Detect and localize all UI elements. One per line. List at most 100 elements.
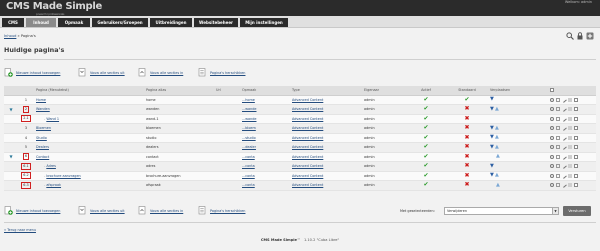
active-check-icon[interactable]: ✔ (423, 153, 428, 160)
bulk-action-select[interactable]: Verwijderen ▼ (444, 207, 559, 215)
move-down-icon[interactable]: ▼ (490, 106, 494, 112)
copy-icon[interactable] (556, 164, 560, 169)
move-up-icon[interactable]: ▲ (495, 144, 499, 150)
page-active[interactable]: ✔ (406, 114, 446, 124)
row-select-checkbox[interactable] (574, 145, 578, 150)
page-default[interactable]: ✔ (446, 95, 488, 105)
page-active[interactable]: ✔ (406, 180, 446, 191)
delete-icon[interactable] (568, 97, 572, 102)
template-link[interactable]: ...conta (242, 164, 255, 168)
row-select-checkbox[interactable] (574, 135, 578, 140)
page-title-link[interactable]: Contact (36, 155, 49, 159)
active-check-icon[interactable]: ✔ (423, 181, 428, 188)
view-icon[interactable] (550, 135, 554, 140)
row-select-checkbox[interactable] (574, 154, 578, 159)
copy-icon[interactable] (556, 116, 560, 121)
view-icon[interactable] (550, 173, 554, 178)
content-type-link[interactable]: Advanced Content (292, 136, 323, 140)
view-icon[interactable] (550, 154, 554, 159)
page-title-link[interactable]: Wanden (36, 107, 50, 111)
nav-tab-cms[interactable]: CMS (2, 18, 24, 27)
page-title-link[interactable]: Bloemen (36, 126, 51, 130)
edit-icon[interactable] (561, 172, 567, 179)
page-active[interactable]: ✔ (406, 152, 446, 162)
reorder-pages-link[interactable]: Pagina's herschikken (210, 71, 245, 75)
page-default[interactable]: ✖ (446, 123, 488, 134)
page-title-link[interactable]: afspraak (46, 183, 61, 187)
tree-toggle[interactable]: ▼ (4, 104, 18, 115)
copy-icon[interactable] (556, 145, 560, 150)
delete-icon[interactable] (568, 145, 572, 150)
page-title-link[interactable]: Dealers (36, 145, 49, 149)
nav-tab-inhoud[interactable]: Inhoud (26, 18, 56, 27)
active-check-icon[interactable]: ✔ (423, 124, 428, 131)
copy-icon[interactable] (556, 107, 560, 112)
delete-icon[interactable] (568, 135, 572, 140)
move-down-icon[interactable]: ▼ (490, 144, 494, 150)
row-select-checkbox[interactable] (574, 97, 578, 102)
page-default[interactable]: ✖ (446, 180, 488, 191)
delete-icon[interactable] (568, 173, 572, 178)
active-check-icon[interactable]: ✔ (423, 162, 428, 169)
not-default-x-icon[interactable]: ✖ (464, 115, 469, 122)
template-link[interactable]: ...home (242, 98, 255, 102)
copy-icon[interactable] (556, 97, 560, 102)
not-default-x-icon[interactable]: ✖ (464, 143, 469, 150)
col-title[interactable]: Pagina (Menutekst) (34, 86, 144, 96)
page-default[interactable]: ✖ (446, 133, 488, 143)
move-up-icon[interactable]: ▲ (496, 153, 500, 159)
edit-icon[interactable] (561, 106, 567, 113)
delete-icon[interactable] (568, 183, 572, 188)
not-default-x-icon[interactable]: ✖ (464, 153, 469, 160)
move-up-icon[interactable]: ▲ (495, 172, 499, 178)
move-down-icon[interactable]: ▼ (490, 96, 494, 102)
tree-toggle-icon[interactable]: ▼ (9, 107, 12, 112)
delete-icon[interactable] (568, 107, 572, 112)
page-default[interactable]: ✖ (446, 114, 488, 124)
page-title-link[interactable]: Home (36, 98, 46, 102)
lock-icon[interactable] (576, 32, 584, 40)
move-up-icon[interactable]: ▲ (496, 182, 500, 188)
edit-icon[interactable] (561, 182, 567, 189)
template-link[interactable]: ...conta (242, 183, 255, 187)
content-type-link[interactable]: Advanced Content (292, 126, 323, 130)
move-up-icon[interactable]: ▲ (495, 134, 499, 140)
page-active[interactable]: ✔ (406, 133, 446, 143)
page-default[interactable]: ✖ (446, 142, 488, 153)
nav-tab-mijn-instellingen[interactable]: Mijn instellingen (240, 18, 288, 27)
search-icon[interactable] (566, 32, 574, 40)
page-active[interactable]: ✔ (406, 142, 446, 153)
nav-tab-websitebeheer[interactable]: Websitebeheer (194, 18, 238, 27)
row-select-checkbox[interactable] (574, 107, 578, 112)
expand-all-link-bottom[interactable]: Vouw alle secties uit (90, 209, 125, 213)
bulk-submit-button[interactable]: Versturen (563, 206, 591, 216)
view-icon[interactable] (550, 183, 554, 188)
add-content-link[interactable]: Nieuwe inhoud toevoegen (16, 71, 60, 75)
page-active[interactable]: ✔ (406, 171, 446, 181)
move-up-icon[interactable]: ▲ (495, 106, 499, 112)
row-select-checkbox[interactable] (574, 173, 578, 178)
back-to-menu-link[interactable]: « Terug naar menu (4, 228, 36, 232)
move-down-icon[interactable]: ▼ (490, 163, 494, 169)
page-title-link[interactable]: brochure aanvragen (46, 174, 80, 178)
row-select-checkbox[interactable] (574, 126, 578, 131)
view-icon[interactable] (550, 126, 554, 131)
tree-toggle[interactable]: ▼ (4, 152, 18, 162)
nav-tab-gebruikers-groepen[interactable]: Gebruikers/Groepen (92, 18, 148, 27)
active-check-icon[interactable]: ✔ (423, 96, 428, 103)
default-check-icon[interactable]: ✔ (464, 96, 469, 103)
page-title-link[interactable]: Adres (46, 164, 56, 168)
not-default-x-icon[interactable]: ✖ (464, 162, 469, 169)
page-active[interactable]: ✔ (406, 161, 446, 172)
view-icon[interactable] (550, 97, 554, 102)
footer-brand[interactable]: CMS Made Simple (261, 238, 297, 242)
row-select-checkbox[interactable] (574, 164, 578, 169)
select-all-checkbox[interactable] (550, 88, 554, 93)
reorder-pages-link-bottom[interactable]: Pagina's herschikken (210, 209, 245, 213)
content-type-link[interactable]: Advanced Content (292, 155, 323, 159)
not-default-x-icon[interactable]: ✖ (464, 172, 469, 179)
copy-icon[interactable] (556, 173, 560, 178)
edit-icon[interactable] (561, 96, 567, 103)
nav-tab-uitbreidingen[interactable]: Uitbreidingen (150, 18, 192, 27)
edit-icon[interactable] (561, 144, 567, 151)
